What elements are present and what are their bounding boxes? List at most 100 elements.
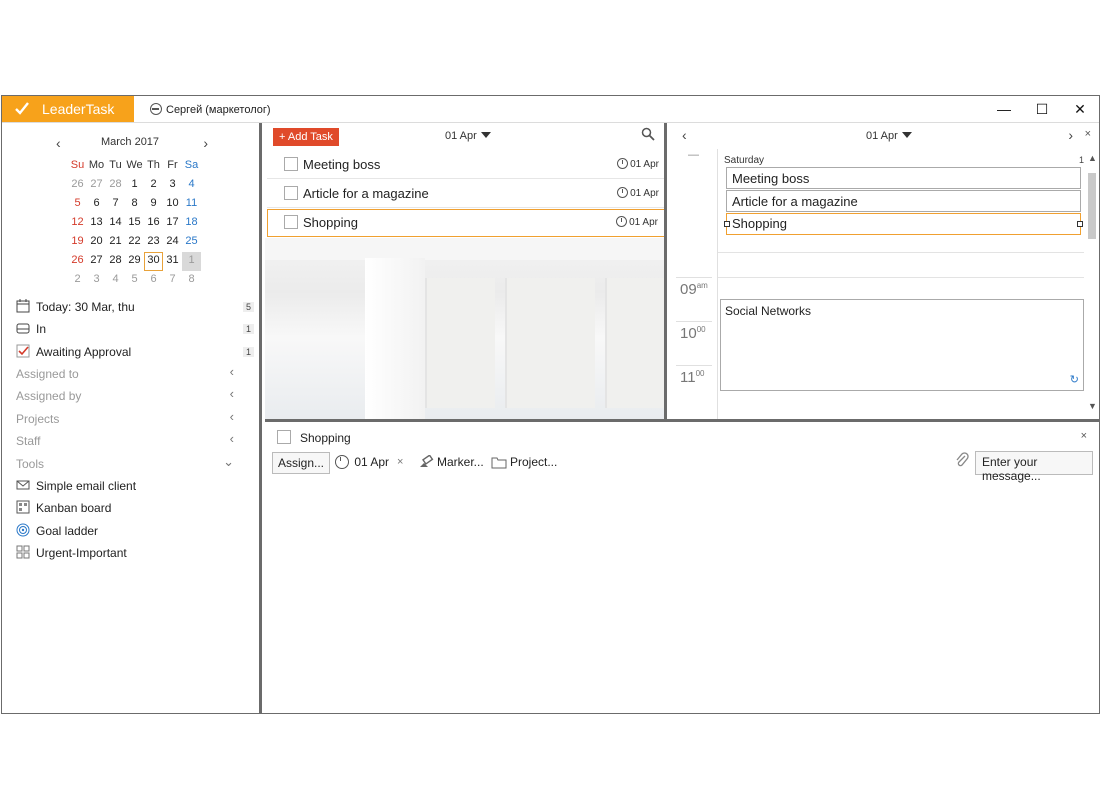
calendar-day[interactable]: 17 — [163, 214, 182, 233]
close-window-button[interactable]: ✕ — [1061, 96, 1099, 122]
day-date-selector[interactable]: 01 Apr — [866, 130, 912, 142]
assign-button[interactable]: Assign... — [272, 452, 331, 474]
scroll-down-icon[interactable]: ▼ — [1088, 401, 1097, 411]
clear-date-button[interactable]: × — [397, 452, 403, 474]
calendar-day[interactable]: 27 — [87, 176, 106, 195]
calendar-day[interactable]: 22 — [125, 233, 144, 252]
calendar-day[interactable]: 28 — [106, 252, 125, 271]
calendar-day[interactable]: 6 — [87, 195, 106, 214]
task-row[interactable]: Meeting boss 01 Apr — [267, 151, 664, 179]
calendar-day[interactable]: 9 — [144, 195, 163, 214]
app-brand[interactable]: LeaderTask — [2, 96, 134, 122]
section-assigned-to[interactable]: Assigned to ‹ — [14, 364, 258, 384]
calendar-day[interactable]: 26 — [68, 252, 87, 271]
calendar-day[interactable]: 14 — [106, 214, 125, 233]
calendar-day[interactable]: 1 — [182, 252, 201, 271]
marker-button[interactable]: Marker... — [418, 452, 484, 474]
tool-urgent-important[interactable]: Urgent-Important — [14, 543, 258, 563]
tool-kanban-board[interactable]: Kanban board — [14, 498, 258, 518]
calendar-day[interactable]: 31 — [163, 252, 182, 271]
calendar-day[interactable]: 6 — [144, 271, 163, 290]
day-prev-button[interactable]: ‹ — [682, 127, 687, 143]
all-day-event[interactable]: Article for a magazine — [726, 190, 1081, 212]
calendar-next-button[interactable]: › — [203, 135, 208, 151]
attachment-button[interactable] — [955, 452, 969, 474]
minimize-button[interactable]: — — [985, 96, 1023, 122]
calendar-day[interactable]: 4 — [182, 176, 201, 195]
chevron-left-icon: ‹ — [229, 409, 234, 424]
section-projects[interactable]: Projects ‹ — [14, 409, 258, 429]
calendar-day[interactable]: 28 — [106, 176, 125, 195]
task-row-selected[interactable]: Shopping 01 Apr — [267, 209, 664, 237]
calendar-day[interactable]: 4 — [106, 271, 125, 290]
section-assigned-by[interactable]: Assigned by ‹ — [14, 386, 258, 406]
calendar-day[interactable]: 20 — [87, 233, 106, 252]
due-date-button[interactable]: 01 Apr — [335, 452, 389, 474]
sidebar-item-today[interactable]: Today: 30 Mar, thu 5 — [14, 297, 258, 317]
add-task-button[interactable]: + Add Task — [273, 128, 339, 146]
detail-checkbox[interactable] — [277, 430, 291, 444]
calendar-day[interactable]: 26 — [68, 176, 87, 195]
task-date-selector[interactable]: 01 Apr — [445, 130, 491, 142]
day-next-button[interactable]: › — [1068, 127, 1073, 143]
calendar-day[interactable]: 11 — [182, 195, 201, 214]
calendar-day[interactable]: 16 — [144, 214, 163, 233]
tool-goal-ladder[interactable]: Goal ladder — [14, 521, 258, 541]
calendar-day[interactable]: 5 — [68, 195, 87, 214]
message-input[interactable]: Enter your message... — [975, 451, 1093, 483]
calendar-day[interactable]: 5 — [125, 271, 144, 290]
scroll-up-icon[interactable]: ▲ — [1088, 153, 1097, 163]
calendar-day[interactable]: 8 — [182, 271, 201, 290]
task-checkbox[interactable] — [284, 157, 298, 171]
detail-task-title[interactable]: Shopping — [300, 431, 351, 445]
close-day-view-button[interactable]: × — [1085, 128, 1091, 140]
timed-event[interactable]: Social Networks ↻ — [720, 299, 1084, 391]
background-beam — [265, 238, 664, 260]
sidebar-item-in[interactable]: In 1 — [14, 319, 258, 339]
calendar-day[interactable]: 29 — [125, 252, 144, 271]
calendar-day[interactable]: 15 — [125, 214, 144, 233]
scroll-thumb[interactable] — [1088, 173, 1096, 239]
task-due: 01 Apr — [616, 216, 658, 228]
calendar-day[interactable]: 27 — [87, 252, 106, 271]
collapse-all-day-button[interactable]: — — [688, 149, 699, 161]
section-staff[interactable]: Staff ‹ — [14, 431, 258, 451]
calendar-day[interactable]: 19 — [68, 233, 87, 252]
sidebar-item-awaiting-approval[interactable]: Awaiting Approval 1 — [14, 342, 258, 362]
background-window — [425, 278, 495, 408]
calendar-day[interactable]: 12 — [68, 214, 87, 233]
sidebar-item-label: In — [36, 322, 47, 336]
calendar-day[interactable]: 2 — [68, 271, 87, 290]
marker-icon — [420, 455, 434, 467]
calendar-day[interactable]: 21 — [106, 233, 125, 252]
all-day-event-selected[interactable]: Shopping — [724, 213, 1083, 235]
calendar-day[interactable]: 7 — [163, 271, 182, 290]
calendar-day[interactable]: 30 — [144, 252, 163, 271]
day-scrollbar[interactable]: ▲ ▼ — [1085, 149, 1099, 419]
section-tools[interactable]: Tools ⌄ — [14, 454, 258, 474]
user-switcher[interactable]: Сергей (маркетолог) — [150, 103, 271, 116]
calendar-day[interactable]: 10 — [163, 195, 182, 214]
project-button[interactable]: Project... — [491, 452, 557, 474]
grid-line — [718, 252, 1084, 253]
calendar-day[interactable]: 1 — [125, 176, 144, 195]
calendar-day[interactable]: 23 — [144, 233, 163, 252]
sync-icon[interactable]: ↻ — [1070, 373, 1079, 386]
calendar-day[interactable]: 8 — [125, 195, 144, 214]
task-checkbox[interactable] — [284, 186, 298, 200]
calendar-day[interactable]: 2 — [144, 176, 163, 195]
calendar-day[interactable]: 18 — [182, 214, 201, 233]
task-checkbox[interactable] — [284, 215, 298, 229]
calendar-day[interactable]: 13 — [87, 214, 106, 233]
calendar-day[interactable]: 3 — [87, 271, 106, 290]
calendar-day[interactable]: 25 — [182, 233, 201, 252]
tool-email-client[interactable]: Simple email client — [14, 476, 258, 496]
search-icon[interactable] — [641, 127, 655, 141]
calendar-day[interactable]: 24 — [163, 233, 182, 252]
calendar-day[interactable]: 3 — [163, 176, 182, 195]
task-row[interactable]: Article for a magazine 01 Apr — [267, 180, 664, 208]
calendar-day[interactable]: 7 — [106, 195, 125, 214]
all-day-event[interactable]: Meeting boss — [726, 167, 1081, 189]
maximize-button[interactable]: ☐ — [1023, 96, 1061, 122]
close-detail-button[interactable]: × — [1081, 430, 1087, 442]
